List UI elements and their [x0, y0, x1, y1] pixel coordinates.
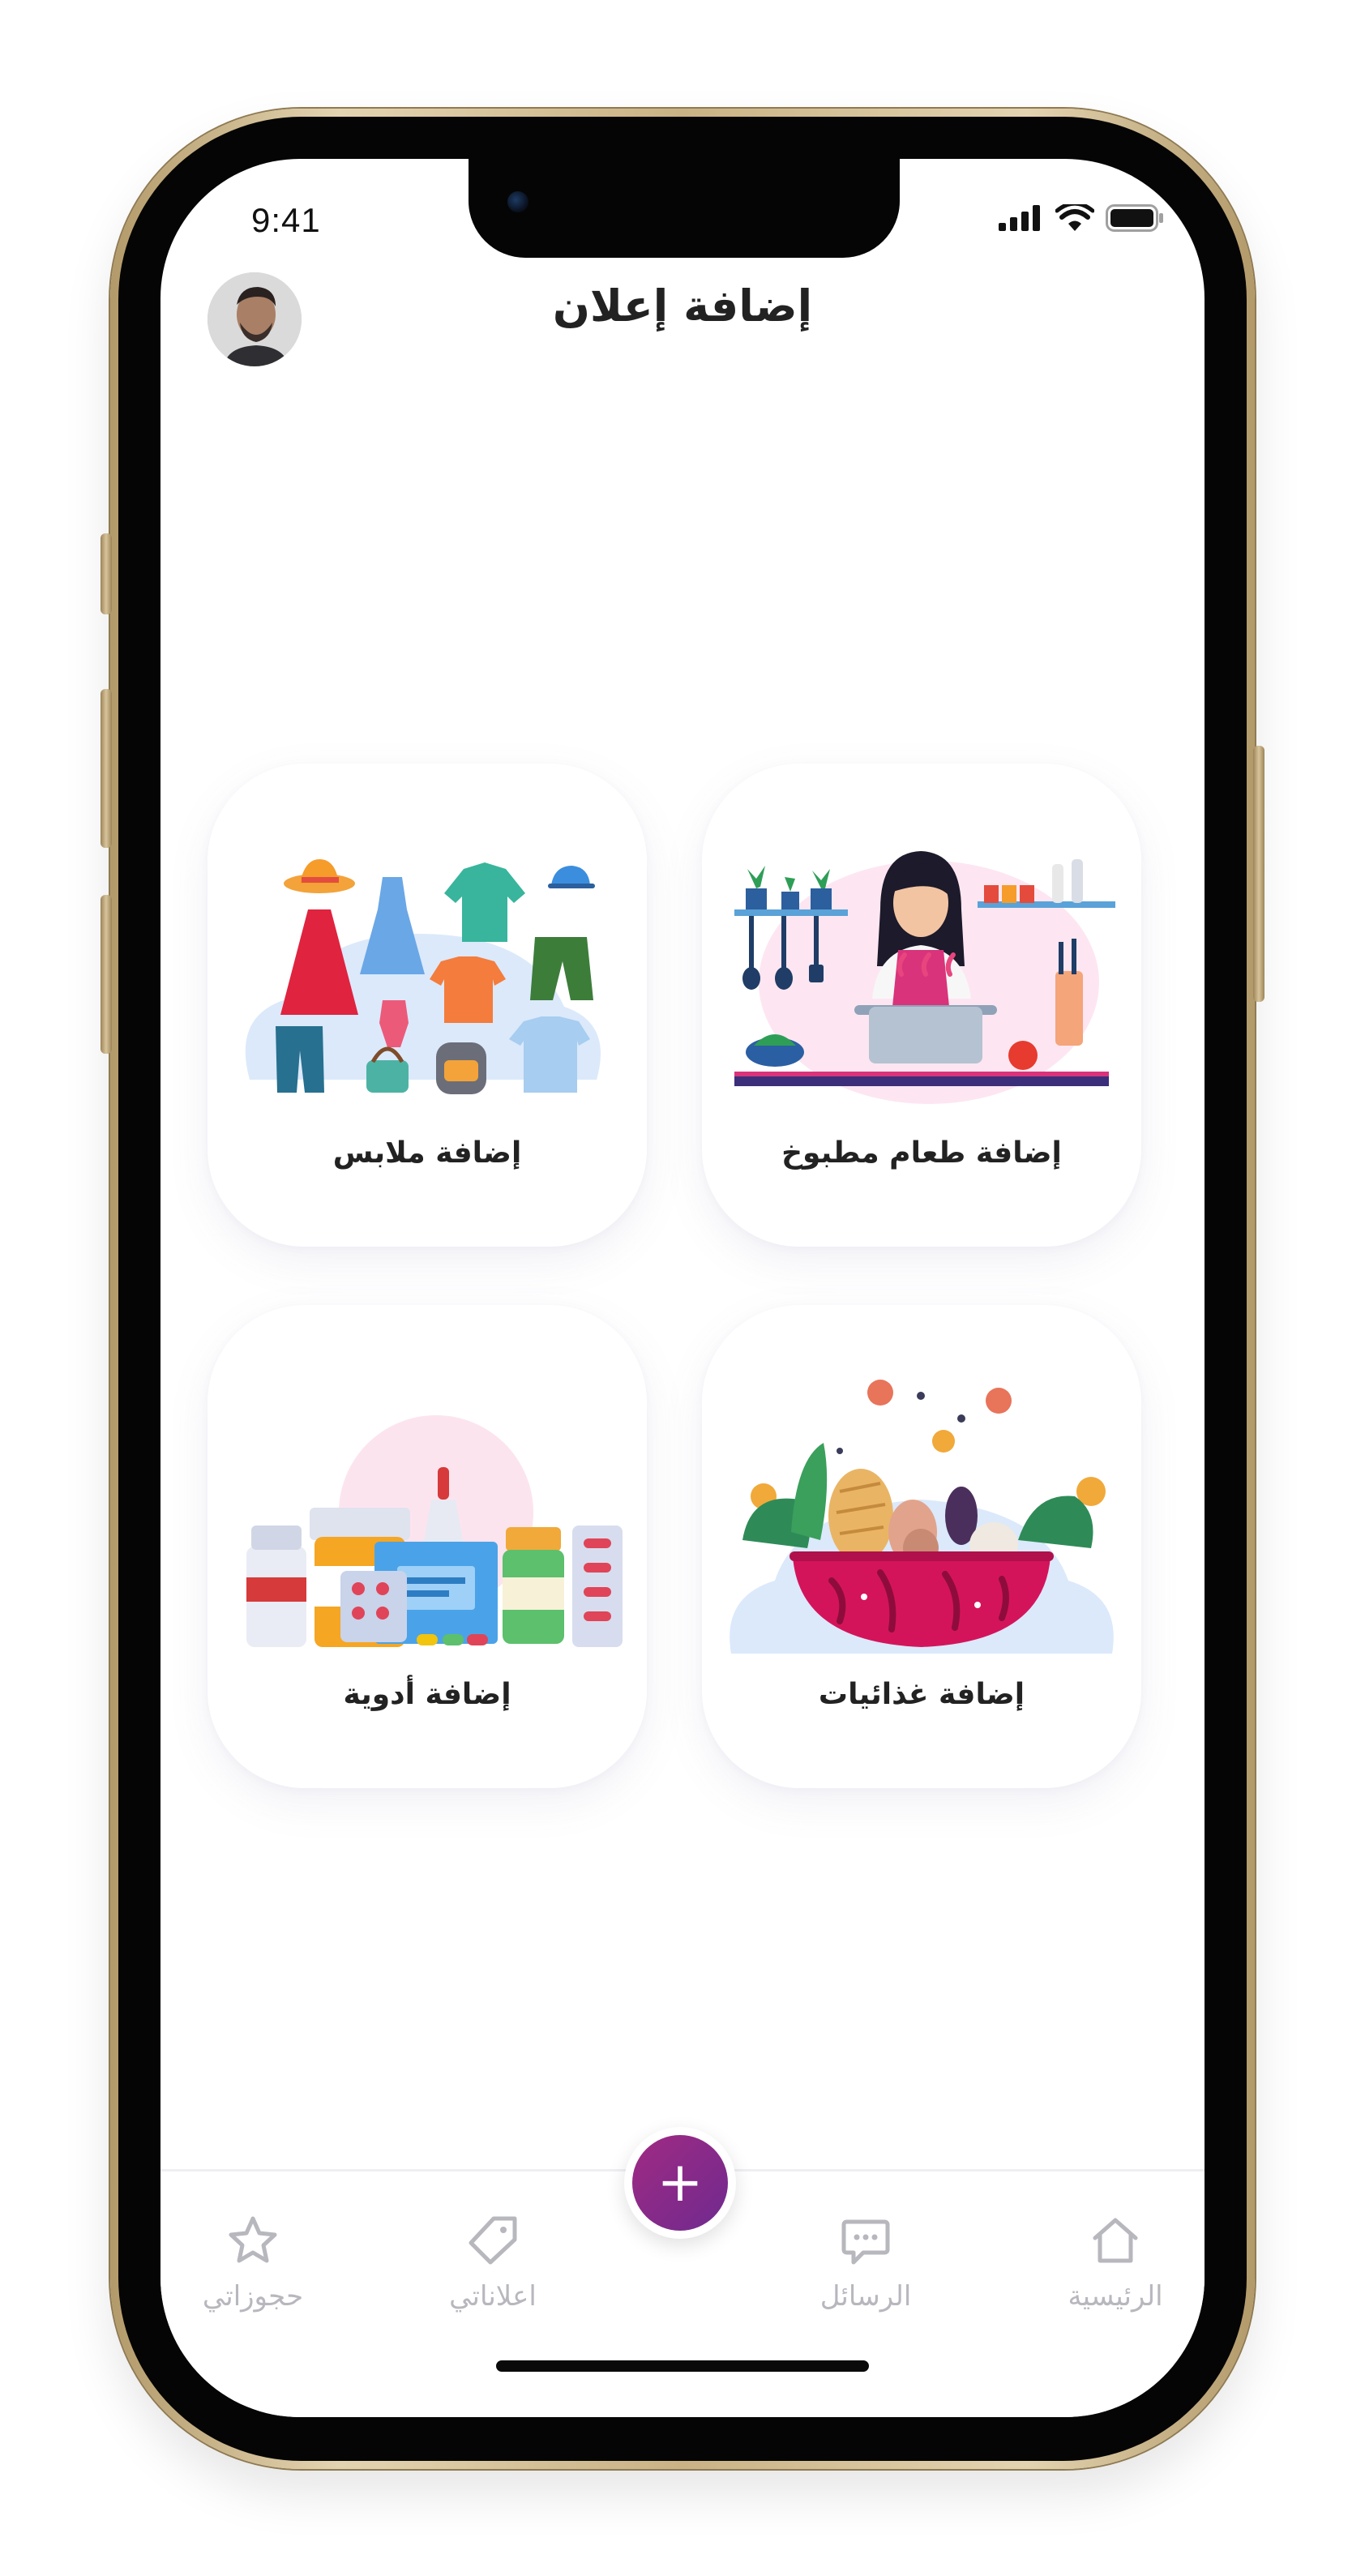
card-groceries[interactable]: إضافة غذائيات: [702, 1305, 1141, 1788]
medicine-illustration: [246, 1415, 623, 1647]
card-clothes[interactable]: إضافة ملابس: [208, 764, 647, 1247]
avatar[interactable]: [208, 272, 302, 366]
app-screen: 9:41 إضافة إعلان إضافة طعام مطبوخ إضافة …: [160, 159, 1205, 2417]
battery-icon: [1106, 204, 1163, 232]
volume-down-button: [101, 895, 112, 1054]
status-icons: [999, 204, 1164, 232]
card-label: إضافة أدوية: [343, 1678, 511, 1711]
home-icon: [1093, 2218, 1138, 2263]
plus-icon: +: [632, 2135, 728, 2231]
card-cooked-food[interactable]: إضافة طعام مطبوخ: [702, 764, 1141, 1247]
silent-switch: [101, 533, 112, 614]
cooking-illustration: [734, 851, 1115, 1104]
nav-item-bookings[interactable]: حجوزاتي: [172, 2212, 334, 2313]
nav-item-messages[interactable]: الرسائل: [785, 2212, 947, 2313]
tag-icon: [469, 2216, 517, 2265]
card-medicine[interactable]: إضافة أدوية: [208, 1305, 647, 1788]
front-camera: [507, 191, 528, 212]
wifi-icon: [1055, 204, 1094, 231]
status-time: 9:41: [251, 201, 321, 239]
nav-item-home[interactable]: الرئيسية: [1034, 2212, 1196, 2313]
chat-icon: [841, 2219, 890, 2265]
card-label: إضافة ملابس: [332, 1136, 522, 1170]
card-label: إضافة طعام مطبوخ: [781, 1136, 1062, 1170]
power-button: [1253, 746, 1264, 1002]
nav-label: الرسائل: [819, 2280, 912, 2313]
avatar-photo: [208, 272, 302, 366]
nav-item-my-ads[interactable]: اعلاناتي: [412, 2212, 574, 2313]
volume-up-button: [101, 689, 112, 848]
notch: [469, 159, 900, 258]
clothes-illustration: [245, 859, 601, 1094]
nav-label: حجوزاتي: [202, 2280, 304, 2313]
groceries-bowl-illustration: [730, 1380, 1114, 1654]
nav-label: الرئيسية: [1068, 2280, 1163, 2313]
star-icon: [229, 2216, 277, 2263]
signal-icon: [999, 205, 1040, 231]
card-label: إضافة غذائيات: [818, 1678, 1025, 1711]
page-title: إضافة إعلان: [552, 280, 813, 332]
nav-label: اعلاناتي: [449, 2280, 537, 2313]
home-indicator: [496, 2360, 869, 2372]
add-ad-button[interactable]: +: [624, 2127, 736, 2239]
